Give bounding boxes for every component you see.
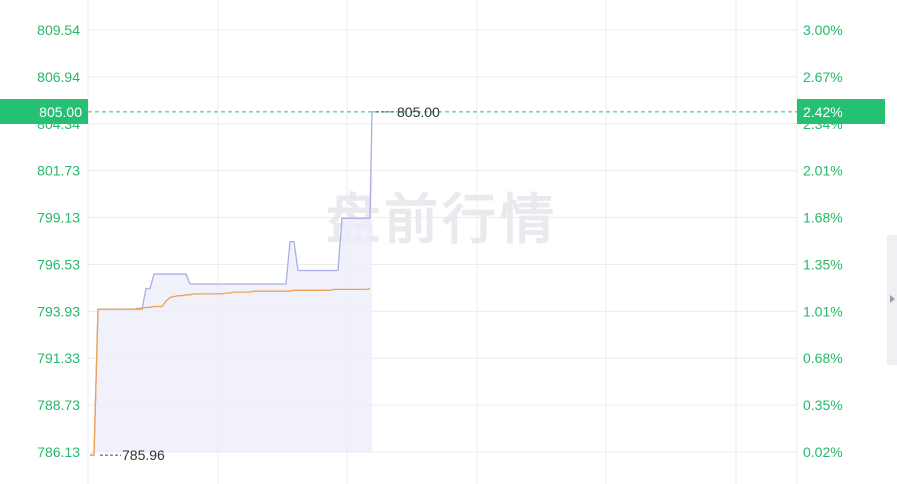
- right-pct-badge-text: 2.42%: [803, 104, 843, 120]
- right-tick-label: 2.01%: [803, 163, 843, 179]
- left-tick-label: 799.13: [37, 210, 80, 226]
- right-axis: 3.00%2.67%2.34%2.01%1.68%1.35%1.01%0.68%…: [803, 22, 843, 460]
- chevron-right-icon: [890, 295, 895, 303]
- right-tick-label: 2.67%: [803, 69, 843, 85]
- left-tick-label: 791.33: [37, 350, 80, 366]
- left-tick-label: 786.13: [37, 444, 80, 460]
- price-chart: 盘前行情 809.54806.94804.34801.73799.13796.5…: [0, 0, 885, 484]
- high-annotation-label: 805.00: [397, 104, 440, 120]
- right-tick-label: 0.02%: [803, 444, 843, 460]
- left-tick-label: 801.73: [37, 163, 80, 179]
- right-tick-label: 3.00%: [803, 22, 843, 38]
- right-tick-label: 1.35%: [803, 256, 843, 272]
- right-tick-label: 0.35%: [803, 397, 843, 413]
- left-tick-label: 806.94: [37, 69, 80, 85]
- left-tick-label: 788.73: [37, 397, 80, 413]
- left-price-badge-text: 805.00: [39, 104, 82, 120]
- left-tick-label: 809.54: [37, 22, 80, 38]
- left-tick-label: 793.93: [37, 303, 80, 319]
- right-tick-label: 1.68%: [803, 210, 843, 226]
- left-tick-label: 796.53: [37, 256, 80, 272]
- low-annotation-label: 785.96: [122, 447, 165, 463]
- left-axis: 809.54806.94804.34801.73799.13796.53793.…: [37, 22, 80, 460]
- side-panel-toggle[interactable]: [887, 235, 897, 365]
- right-tick-label: 1.01%: [803, 303, 843, 319]
- right-tick-label: 0.68%: [803, 350, 843, 366]
